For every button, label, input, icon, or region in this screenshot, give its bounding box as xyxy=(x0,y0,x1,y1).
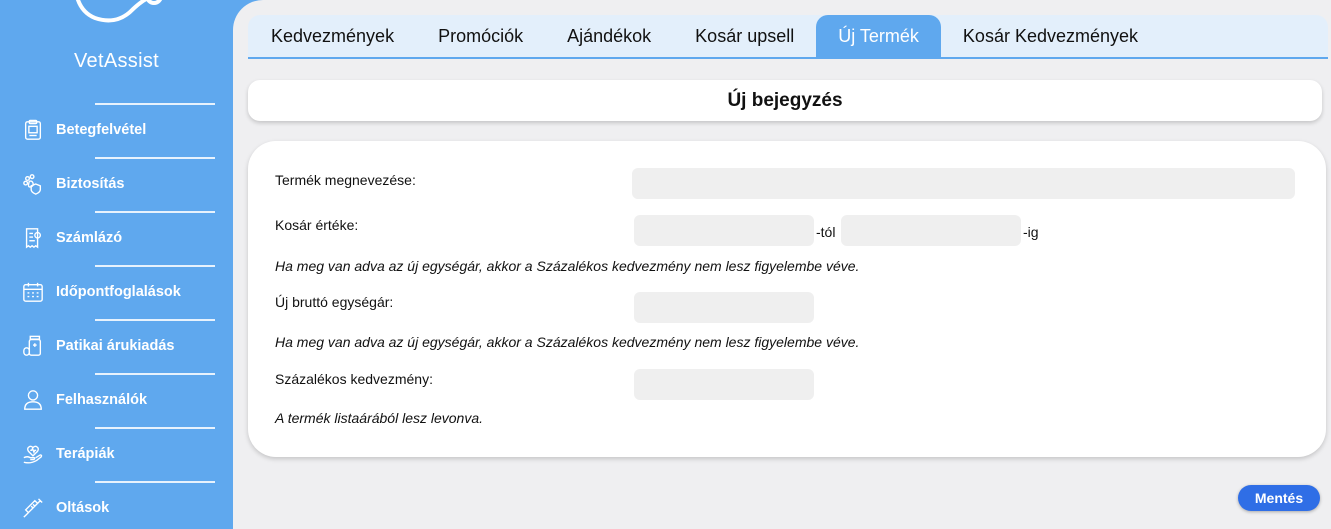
sidebar-item-oltasok[interactable]: Oltások xyxy=(0,481,233,529)
paw-shield-icon xyxy=(21,172,45,196)
sidebar-item-label: Betegfelvétel xyxy=(56,122,147,138)
user-icon xyxy=(21,388,45,412)
cart-value-to-input[interactable] xyxy=(841,215,1021,246)
product-name-input[interactable] xyxy=(632,168,1295,199)
tab-kedvezmenyek[interactable]: Kedvezmények xyxy=(248,15,416,57)
unit-price-input[interactable] xyxy=(634,292,814,323)
sidebar-item-biztositas[interactable]: Biztosítás xyxy=(0,157,233,211)
sidebar-item-label: Számlázó xyxy=(56,230,123,246)
cart-to-suffix: -ig xyxy=(1023,224,1039,240)
cart-from-suffix: -tól xyxy=(816,224,836,240)
sidebar-item-label: Felhasználók xyxy=(56,392,148,408)
save-button[interactable]: Mentés xyxy=(1238,485,1320,511)
sidebar-item-patikai-arukiadas[interactable]: Patikai árukiadás xyxy=(0,319,233,373)
percent-note: Ha meg van adva az új egységár, akkor a … xyxy=(275,334,860,350)
percent-discount-label: Százalékos kedvezmény: xyxy=(275,371,433,387)
sidebar-item-terapiak[interactable]: Terápiák xyxy=(0,427,233,481)
tab-promociok[interactable]: Promóciók xyxy=(416,15,545,57)
tab-uj-termek[interactable]: Új Termék xyxy=(816,15,941,57)
tab-ajandekok[interactable]: Ajándékok xyxy=(545,15,673,57)
sidebar-item-label: Biztosítás xyxy=(56,176,125,192)
brand-name: VetAssist xyxy=(74,50,159,72)
tab-kosar-kedvezmenyek[interactable]: Kosár Kedvezmények xyxy=(941,15,1160,57)
cart-value-from-input[interactable] xyxy=(634,215,814,246)
product-name-label: Termék megnevezése: xyxy=(275,172,416,188)
percent-discount-input[interactable] xyxy=(634,369,814,400)
clipboard-icon xyxy=(21,118,45,142)
sidebar-item-szamlazo[interactable]: Számlázó xyxy=(0,211,233,265)
stethoscope-logo-icon xyxy=(75,0,163,23)
page-title: Új bejegyzés xyxy=(248,80,1322,121)
sidebar-item-betegfelvetel[interactable]: Betegfelvétel xyxy=(0,103,233,157)
sidebar-item-idopontfoglalasok[interactable]: Időpontfoglalások xyxy=(0,265,233,319)
sidebar: VetAssist Betegfelvétel Biztosítás Száml… xyxy=(0,0,233,529)
sidebar-item-label: Oltások xyxy=(56,500,110,516)
calendar-icon xyxy=(21,280,45,304)
main-panel: Kedvezmények Promóciók Ajándékok Kosár u… xyxy=(233,0,1331,529)
heart-hand-icon xyxy=(21,442,45,466)
sidebar-item-label: Patikai árukiadás xyxy=(56,338,175,354)
sidebar-item-label: Terápiák xyxy=(56,446,115,462)
tab-kosar-upsell[interactable]: Kosár upsell xyxy=(673,15,816,57)
list-price-note: A termék listaárából lesz levonva. xyxy=(275,410,484,426)
medicine-icon xyxy=(21,334,45,358)
tab-bar: Kedvezmények Promóciók Ajándékok Kosár u… xyxy=(248,15,1328,59)
syringe-icon xyxy=(21,496,45,520)
sidebar-item-felhasznalok[interactable]: Felhasználók xyxy=(0,373,233,427)
invoice-icon xyxy=(21,226,45,250)
entry-form: Termék megnevezése: Kosár értéke: -tól -… xyxy=(248,141,1326,457)
cart-value-label: Kosár értéke: xyxy=(275,217,359,233)
unit-price-note: Ha meg van adva az új egységár, akkor a … xyxy=(275,258,860,274)
sidebar-item-label: Időpontfoglalások xyxy=(56,284,181,300)
unit-price-label: Új bruttó egységár: xyxy=(275,294,394,310)
